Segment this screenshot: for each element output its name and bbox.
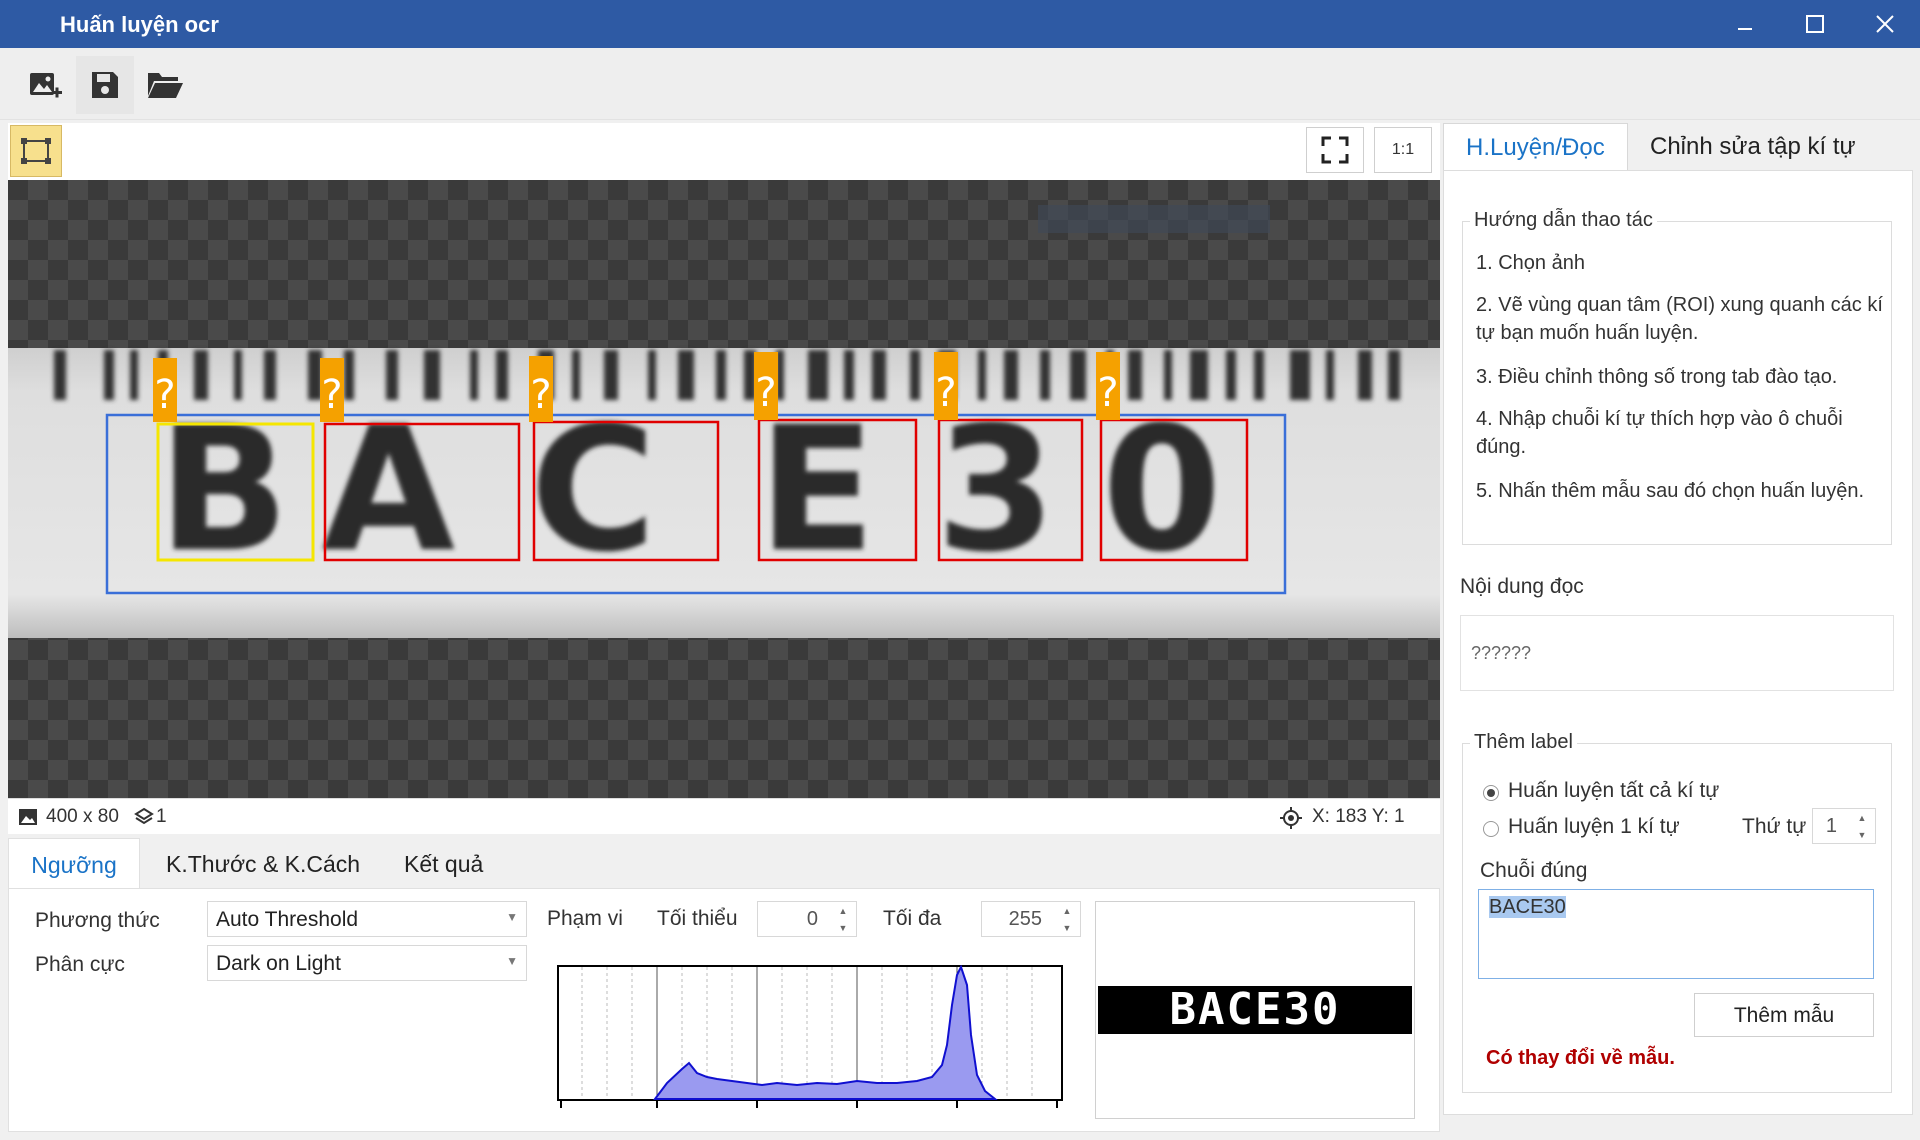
spin-up-icon[interactable]: ▲ — [832, 903, 854, 919]
image-canvas[interactable]: B A C E 3 0 ? ? ? ? ? ? — [8, 180, 1440, 798]
add-sample-button[interactable]: Thêm mẫu — [1694, 993, 1874, 1037]
binary-preview: BACE30 — [1095, 901, 1415, 1119]
viewer-status-bar: 400 x 80 1 X: 183 Y: 1 — [8, 798, 1440, 834]
min-label: Tối thiểu — [657, 907, 738, 930]
range-label: Phạm vi — [547, 907, 623, 930]
tab-threshold[interactable]: Ngưỡng — [8, 838, 140, 890]
minimize-button[interactable] — [1710, 0, 1780, 48]
image-size: 400 x 80 — [46, 806, 119, 827]
correct-string-input[interactable]: BACE30 — [1478, 889, 1874, 979]
step-2: 2. Vẽ vùng quan tâm (ROI) xung quanh các… — [1476, 294, 1883, 344]
dropdown-arrow-icon: ▼ — [506, 910, 518, 924]
threshold-panel: Phương thức Auto Threshold ▼ Phân cực Dar… — [8, 888, 1440, 1132]
svg-text:?: ? — [530, 372, 551, 418]
settings-tabs: Ngưỡng K.Thước & K.Cách Kết quả — [8, 838, 1440, 890]
correct-string-value: BACE30 — [1489, 896, 1566, 918]
tab-edit-charset[interactable]: Chỉnh sửa tập kí tự — [1628, 123, 1878, 171]
polarity-value: Dark on Light — [216, 952, 341, 975]
max-spinner[interactable]: 255 ▲ ▼ — [981, 901, 1081, 937]
svg-text:?: ? — [154, 372, 175, 418]
window-title: Huấn luyện ocr — [60, 12, 219, 37]
tab-size-spacing[interactable]: K.Thước & K.Cách — [144, 838, 382, 890]
radio-train-all-label[interactable]: Huấn luyện tất cả kí tự — [1508, 779, 1719, 803]
maximize-icon — [1806, 15, 1824, 33]
method-label: Phương thức — [35, 909, 160, 932]
close-icon — [1876, 15, 1894, 33]
order-spinner[interactable]: 1 ▲ ▼ — [1812, 808, 1876, 844]
save-button[interactable] — [76, 56, 134, 114]
image-add-icon — [30, 73, 62, 98]
read-output: ?????? — [1460, 615, 1894, 691]
actual-size-button[interactable]: 1:1 — [1374, 127, 1432, 173]
dropdown-arrow-icon: ▼ — [506, 954, 518, 968]
order-label: Thứ tự — [1742, 815, 1807, 838]
image-icon — [19, 809, 37, 825]
title-bar: Huấn luyện ocr — [0, 0, 1920, 48]
svg-text:?: ? — [935, 370, 956, 416]
spin-up-icon[interactable]: ▲ — [1851, 810, 1873, 826]
add-label-title: Thêm label — [1470, 731, 1577, 754]
svg-text:?: ? — [321, 372, 342, 418]
min-value: 0 — [806, 908, 818, 930]
tab-result[interactable]: Kết quả — [382, 838, 505, 890]
tab-train-read[interactable]: H.Luyện/Đọc — [1443, 123, 1628, 171]
polarity-select[interactable]: Dark on Light ▼ — [207, 945, 527, 981]
save-icon — [92, 72, 118, 98]
svg-text:?: ? — [1097, 370, 1118, 416]
method-value: Auto Threshold — [216, 908, 359, 931]
spin-up-icon[interactable]: ▲ — [1056, 903, 1078, 919]
layer-count: 1 — [156, 806, 167, 827]
cursor-coordinates: X: 183 Y: 1 — [1312, 806, 1405, 827]
radio-train-one[interactable] — [1483, 821, 1499, 837]
spin-down-icon[interactable]: ▼ — [832, 920, 854, 936]
histogram[interactable] — [557, 965, 1067, 1115]
fullscreen-icon — [1321, 136, 1349, 164]
step-5: 5. Nhấn thêm mẫu sau đó chọn huấn luyện. — [1476, 480, 1865, 502]
preview-text: BACE30 — [1098, 986, 1412, 1034]
fit-screen-button[interactable] — [1306, 127, 1364, 173]
min-spinner[interactable]: 0 ▲ ▼ — [757, 901, 857, 937]
spin-down-icon[interactable]: ▼ — [1851, 827, 1873, 843]
correct-string-label: Chuỗi đúng — [1480, 859, 1588, 882]
spin-down-icon[interactable]: ▼ — [1056, 920, 1078, 936]
step-1: 1. Chọn ảnh — [1476, 252, 1585, 274]
order-value: 1 — [1825, 815, 1837, 837]
roi-tool-button[interactable] — [10, 125, 62, 177]
step-4: 4. Nhập chuỗi kí tự thích hợp vào ô chuỗ… — [1476, 408, 1843, 458]
close-button[interactable] — [1850, 0, 1920, 48]
folder-open-icon — [148, 73, 183, 98]
open-folder-button[interactable] — [136, 56, 194, 114]
read-label: Nội dung đọc — [1460, 575, 1584, 598]
roi-icon — [21, 138, 51, 164]
svg-text:?: ? — [755, 370, 776, 416]
guide-title: Hướng dẫn thao tác — [1470, 209, 1657, 232]
radio-train-all[interactable] — [1483, 785, 1499, 801]
train-read-content: Hướng dẫn thao tác 1. Chọn ảnh 2. Vẽ vùn… — [1443, 170, 1913, 1115]
method-select[interactable]: Auto Threshold ▼ — [207, 901, 527, 937]
minimize-icon — [1738, 28, 1752, 30]
polarity-label: Phân cực — [35, 953, 125, 976]
layers-icon — [134, 807, 154, 825]
change-warning: Có thay đổi về mẫu. — [1486, 1047, 1675, 1069]
toolbar — [0, 48, 1920, 120]
step-3: 3. Điều chỉnh thông số trong tab đào tạo… — [1476, 366, 1838, 388]
crosshair-icon — [1280, 807, 1302, 829]
max-value: 255 — [1008, 908, 1042, 930]
radio-train-one-label[interactable]: Huấn luyện 1 kí tự — [1508, 815, 1680, 839]
maximize-button[interactable] — [1780, 0, 1850, 48]
max-label: Tối đa — [883, 907, 942, 930]
add-image-button[interactable] — [16, 56, 74, 114]
